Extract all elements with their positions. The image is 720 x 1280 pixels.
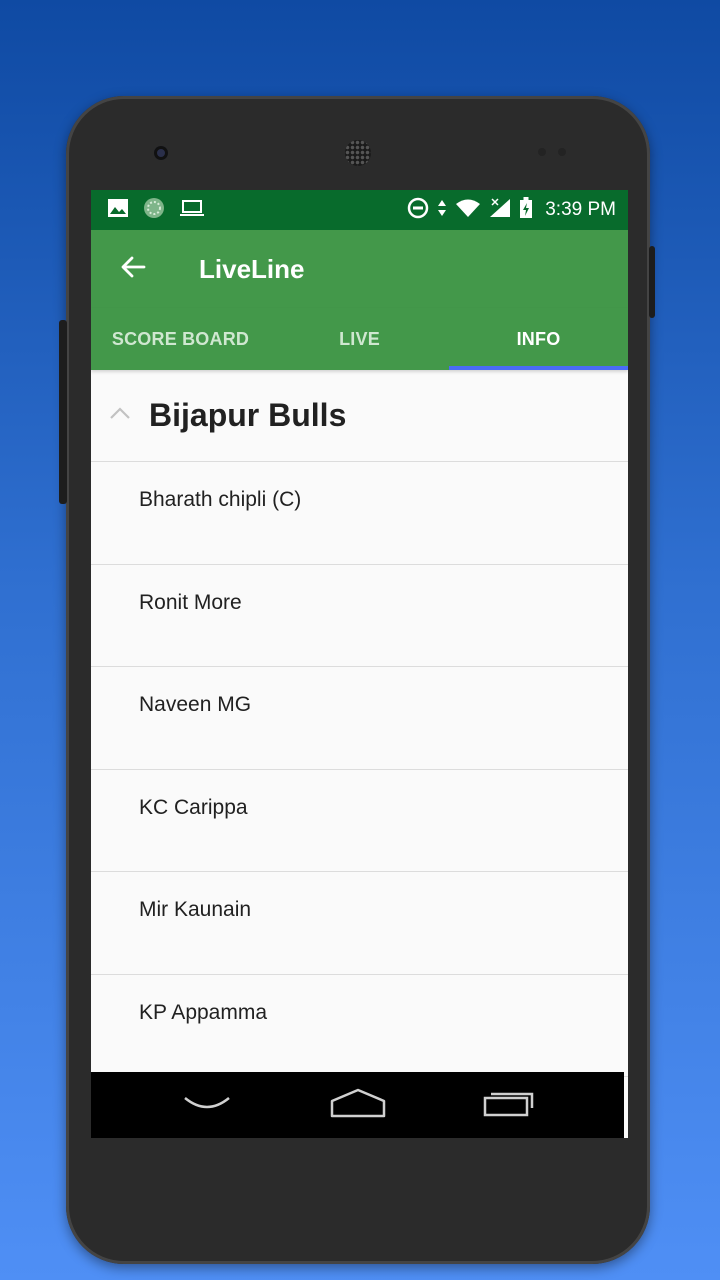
earpiece-speaker [345,140,371,166]
list-item[interactable]: KP Appamma [91,975,628,1077]
list-item[interactable]: Ronit More [91,565,628,667]
player-name: KC Carippa [139,795,248,819]
tab-info[interactable]: INFO [449,308,628,370]
player-name: Naveen MG [139,693,252,716]
laptop-icon [179,198,205,223]
data-saver-icon [407,197,429,224]
chevron-up-icon [109,406,131,425]
app-title: LiveLine [199,253,305,284]
image-icon [107,198,129,223]
battery-charging-icon [519,196,533,224]
proximity-sensor [538,148,546,156]
app-screen: 3:39 PM LiveLine SCORE BOARD LIVE INFO B… [91,190,628,1138]
list-item[interactable]: Naveen MG [91,667,628,770]
volume-button [59,320,67,504]
back-button[interactable] [119,255,147,283]
tab-indicator [449,366,628,370]
front-camera [154,146,168,160]
status-time: 3:39 PM [545,199,616,220]
tab-live[interactable]: LIVE [270,308,449,370]
team-group-header[interactable]: Bijapur Bulls [91,370,628,462]
arrow-back-icon [120,254,146,285]
system-navigation-bar [91,1072,624,1138]
player-name: Ronit More [139,590,242,614]
data-arrows-icon [437,198,447,223]
player-name: KP Appamma [139,1000,268,1024]
nav-home-button[interactable] [323,1085,393,1125]
wifi-icon [455,198,481,223]
player-name: Mir Kaunain [139,898,252,921]
power-button [649,246,655,318]
nav-back-icon [183,1094,231,1117]
tab-bar: SCORE BOARD LIVE INFO [91,308,628,370]
signal-icon [489,197,511,223]
nav-recents-button[interactable] [474,1085,544,1125]
list-item[interactable]: KC Carippa [91,770,628,872]
app-icon [143,197,165,224]
recents-icon [482,1088,536,1123]
player-name: Bharath chipli (C) [139,488,302,511]
app-toolbar: LiveLine [91,230,628,308]
list-item[interactable]: Mir Kaunain [91,872,628,975]
team-name: Bijapur Bulls [149,397,347,433]
list-item[interactable]: Bharath chipli (C) [91,462,628,565]
light-sensor [558,148,566,156]
status-bar: 3:39 PM [91,190,628,230]
home-icon [329,1087,387,1124]
nav-back-button[interactable] [172,1085,242,1125]
tab-score-board[interactable]: SCORE BOARD [91,308,270,370]
player-list: Bharath chipli (C) Ronit More Naveen MG … [91,462,628,1077]
